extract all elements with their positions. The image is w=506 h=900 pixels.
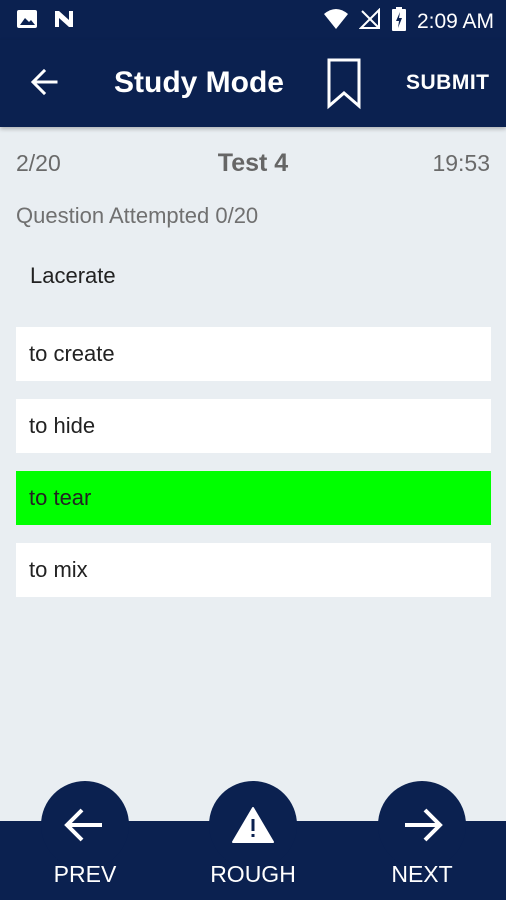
test-meta-row: 2/20 Test 4 19:53 (16, 149, 490, 180)
prev-label: PREV (53, 861, 117, 887)
bookmark-button[interactable] (324, 56, 364, 110)
option-1[interactable]: to create (16, 327, 491, 381)
wifi-icon (323, 8, 349, 35)
attempted-count: Question Attempted 0/20 (16, 203, 259, 228)
option-2[interactable]: to hide (16, 399, 491, 453)
rough-circle (209, 781, 297, 869)
question-text: Lacerate (30, 263, 116, 288)
rough-label: ROUGH (210, 861, 296, 887)
arrow-right-icon (405, 808, 443, 842)
battery-charging-icon (391, 6, 407, 37)
status-bar: 2:09 AM (0, 0, 506, 40)
option-4[interactable]: to mix (16, 543, 491, 597)
page-title: Study Mode (114, 66, 284, 99)
warning-icon (232, 807, 274, 843)
next-circle (378, 781, 466, 869)
status-right: 2:09 AM (323, 6, 494, 37)
next-button[interactable]: NEXT (377, 781, 467, 887)
image-icon (16, 8, 38, 35)
arrow-left-icon (64, 808, 102, 842)
back-button[interactable] (26, 62, 66, 102)
no-signal-icon (358, 7, 381, 35)
test-name: Test 4 (217, 149, 289, 177)
bookmark-icon (327, 58, 361, 110)
app-bar: Study Mode SUBMIT (0, 40, 506, 127)
submit-button[interactable]: SUBMIT (406, 71, 490, 95)
option-3[interactable]: to tear (16, 471, 491, 525)
arrow-left-icon (30, 68, 58, 96)
status-time: 2:09 AM (416, 9, 494, 33)
prev-button[interactable]: PREV (40, 781, 130, 887)
n-logo-icon (52, 8, 76, 35)
rough-button[interactable]: ROUGH (208, 781, 298, 887)
status-left (16, 8, 76, 35)
prev-circle (41, 781, 129, 869)
options-list: to create to hide to tear to mix (16, 327, 491, 615)
next-label: NEXT (391, 861, 453, 887)
timer: 19:53 (432, 150, 490, 176)
